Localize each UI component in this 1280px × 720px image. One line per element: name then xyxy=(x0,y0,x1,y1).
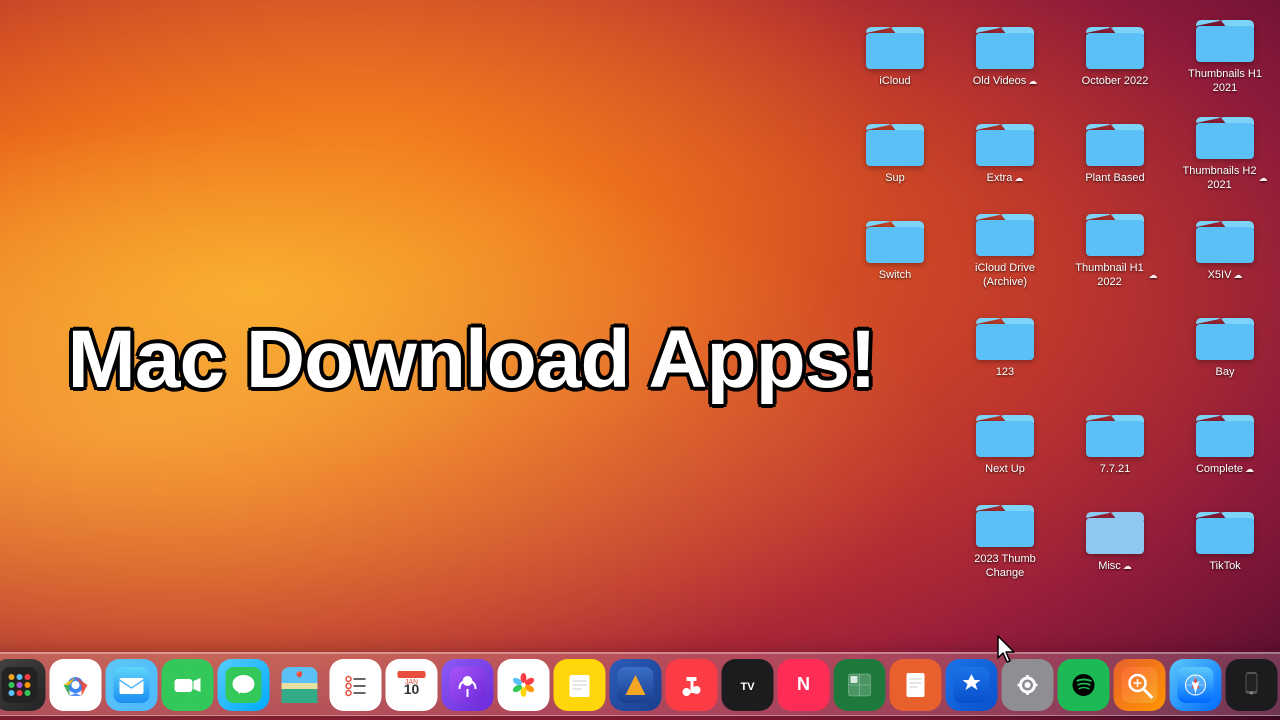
folder-icon-complete xyxy=(1194,407,1256,459)
folder-complete[interactable]: Complete☁ xyxy=(1180,407,1270,476)
dock-app-numbers[interactable] xyxy=(834,659,886,711)
folder-icon-old-videos xyxy=(974,19,1036,71)
dock-container: 🔍 xyxy=(0,652,1280,716)
svg-text:TV: TV xyxy=(740,681,755,693)
folder-icloud-drive-archive[interactable]: iCloud Drive (Archive) xyxy=(960,206,1050,288)
dock-app-podcasts[interactable] xyxy=(442,659,494,711)
dock-app-notes[interactable] xyxy=(554,659,606,711)
svg-text:N: N xyxy=(797,674,810,694)
folder-extra[interactable]: Extra☁ xyxy=(960,116,1050,185)
dock-app-mail[interactable] xyxy=(106,659,158,711)
dock-app-iphone-mirror[interactable] xyxy=(1226,659,1278,711)
folder-icon-sup xyxy=(864,116,926,168)
dock-app-appletv[interactable]: TV xyxy=(722,659,774,711)
dock-app-keynote[interactable] xyxy=(610,659,662,711)
folder-x5iv[interactable]: X5IV☁ xyxy=(1180,213,1270,282)
folder-label-old-videos: Old Videos☁ xyxy=(973,75,1038,88)
dock-app-music[interactable] xyxy=(666,659,718,711)
folder-7721[interactable]: 7.7.21 xyxy=(1070,407,1160,476)
dock-app-photos[interactable] xyxy=(498,659,550,711)
dock: 🔍 xyxy=(0,652,1280,716)
folder-123[interactable]: 123 xyxy=(960,310,1050,379)
folder-plant-based[interactable]: Plant Based xyxy=(1070,116,1160,185)
folder-2023-thumb-change[interactable]: 2023 Thumb Change xyxy=(960,497,1050,579)
dock-app-chrome[interactable] xyxy=(50,659,102,711)
folder-label-sup: Sup xyxy=(885,172,905,185)
dock-app-news[interactable]: N xyxy=(778,659,830,711)
folder-icon-icloud-drive-archive xyxy=(974,206,1036,258)
folder-label-2023-thumb-change: 2023 Thumb Change xyxy=(963,553,1048,579)
folder-label-7721: 7.7.21 xyxy=(1100,463,1131,476)
folder-bay[interactable]: Bay xyxy=(1180,310,1270,379)
folder-label-extra: Extra☁ xyxy=(987,172,1024,185)
folder-tiktok[interactable]: TikTok xyxy=(1180,504,1270,573)
folder-label-x5iv: X5IV☁ xyxy=(1208,269,1243,282)
folder-label-october-2022: October 2022 xyxy=(1082,75,1149,88)
dock-app-facetime[interactable] xyxy=(162,659,214,711)
folder-icon-123 xyxy=(974,310,1036,362)
folder-label-icloud: iCloud xyxy=(879,75,910,88)
video-title: Mac Download Apps! xyxy=(68,313,876,407)
desktop-icons-grid: iCloud Old Videos☁ October 2022 xyxy=(840,0,1280,680)
folder-thumbnail-h1-2022[interactable]: Thumbnail H1 2022☁ xyxy=(1070,206,1160,288)
folder-label-thumbnails-h1-2021: Thumbnails H1 2021 xyxy=(1183,68,1268,94)
folder-label-tiktok: TikTok xyxy=(1209,560,1240,573)
folder-label-thumbnail-h1-2022: Thumbnail H1 2022☁ xyxy=(1073,262,1158,288)
dock-app-maps[interactable]: 📍 xyxy=(274,659,326,711)
folder-icon-2023-thumb-change xyxy=(974,497,1036,549)
folder-icon-switch xyxy=(864,213,926,265)
folder-icloud[interactable]: iCloud xyxy=(850,19,940,88)
svg-text:📍: 📍 xyxy=(293,671,307,684)
dock-app-pixelmator[interactable] xyxy=(1114,659,1166,711)
dock-app-spotify[interactable] xyxy=(1058,659,1110,711)
folder-icon-tiktok xyxy=(1194,504,1256,556)
folder-old-videos[interactable]: Old Videos☁ xyxy=(960,19,1050,88)
folder-icon-next-up xyxy=(974,407,1036,459)
folder-icon-plant-based xyxy=(1084,116,1146,168)
dock-app-pages[interactable] xyxy=(890,659,942,711)
folder-thumbnails-h1-2021[interactable]: Thumbnails H1 2021 xyxy=(1180,12,1270,94)
folder-label-switch: Switch xyxy=(879,269,911,282)
folder-icon-x5iv xyxy=(1194,213,1256,265)
folder-icon-bay xyxy=(1194,310,1256,362)
folder-sup[interactable]: Sup xyxy=(850,116,940,185)
folder-icon-misc xyxy=(1084,504,1146,556)
folder-next-up[interactable]: Next Up xyxy=(960,407,1050,476)
dock-app-appstore[interactable] xyxy=(946,659,998,711)
folder-icon-extra xyxy=(974,116,1036,168)
folder-label-next-up: Next Up xyxy=(985,463,1025,476)
folder-icon-october-2022 xyxy=(1084,19,1146,71)
folder-label-thumbnails-h2-2021: Thumbnails H2 2021☁ xyxy=(1183,165,1268,191)
folder-label-misc: Misc☁ xyxy=(1098,560,1132,573)
folder-label-bay: Bay xyxy=(1216,366,1235,379)
svg-text:JAN: JAN xyxy=(405,679,418,686)
folder-icon-thumbnails-h1-2021 xyxy=(1194,12,1256,64)
folder-icon-icloud xyxy=(864,19,926,71)
dock-app-calendar[interactable]: 10 JAN xyxy=(386,659,438,711)
folder-icon-thumbnail-h1-2022 xyxy=(1084,206,1146,258)
folder-misc[interactable]: Misc☁ xyxy=(1070,504,1160,573)
folder-october-2022[interactable]: October 2022 xyxy=(1070,19,1160,88)
folder-switch[interactable]: Switch xyxy=(850,213,940,282)
dock-app-systemprefs[interactable] xyxy=(1002,659,1054,711)
folder-thumbnails-h2-2021[interactable]: Thumbnails H2 2021☁ xyxy=(1180,109,1270,191)
folder-icon-thumbnails-h2-2021 xyxy=(1194,109,1256,161)
folder-label-icloud-drive-archive: iCloud Drive (Archive) xyxy=(963,262,1048,288)
dock-app-reminders[interactable] xyxy=(330,659,382,711)
folder-icon-7721 xyxy=(1084,407,1146,459)
dock-app-messages[interactable] xyxy=(218,659,270,711)
dock-app-launchpad[interactable] xyxy=(0,659,46,711)
dock-app-safari[interactable] xyxy=(1170,659,1222,711)
folder-label-plant-based: Plant Based xyxy=(1085,172,1144,185)
folder-label-complete: Complete☁ xyxy=(1196,463,1254,476)
folder-label-123: 123 xyxy=(996,366,1014,379)
